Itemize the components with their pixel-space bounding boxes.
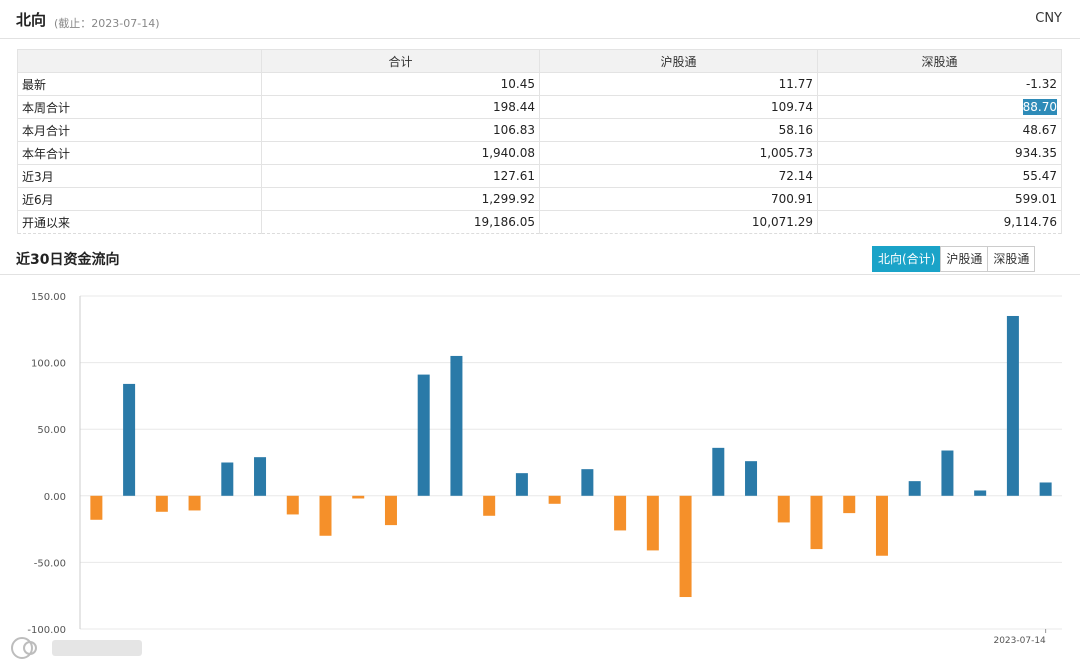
table-row: 开通以来 19,186.05 10,071.29 9,114.76 bbox=[17, 210, 1062, 234]
table-cell: 934.35 bbox=[817, 141, 1062, 165]
column-header: 深股通 bbox=[817, 49, 1062, 73]
bar bbox=[777, 495, 790, 523]
page-title: 北向 bbox=[16, 11, 47, 29]
tab-shenzhen-connect[interactable]: 深股通 bbox=[987, 246, 1036, 272]
bar bbox=[1006, 315, 1019, 496]
divider bbox=[0, 274, 1080, 275]
y-tick-label: 0.00 bbox=[44, 492, 66, 503]
table-row: 最新 10.45 11.77 -1.32 bbox=[17, 72, 1062, 96]
table-cell: 58.16 bbox=[539, 118, 818, 142]
table-cell: -1.32 bbox=[817, 72, 1062, 96]
bar bbox=[679, 495, 692, 598]
bar bbox=[1039, 482, 1052, 496]
bar bbox=[974, 490, 987, 496]
bar bbox=[875, 495, 888, 556]
bar bbox=[483, 495, 496, 516]
bar bbox=[810, 495, 823, 550]
section-title: 近30日资金流向 bbox=[16, 252, 120, 268]
column-header: 合计 bbox=[261, 49, 540, 73]
row-label: 本年合计 bbox=[17, 141, 262, 165]
table-cell: 1,940.08 bbox=[261, 141, 540, 165]
table-cell: 1,005.73 bbox=[539, 141, 818, 165]
bar bbox=[352, 495, 365, 499]
bar bbox=[188, 495, 201, 511]
bar bbox=[155, 495, 168, 512]
row-label: 近3月 bbox=[17, 164, 262, 188]
bar bbox=[941, 450, 954, 496]
column-header: 沪股通 bbox=[539, 49, 818, 73]
table-cell: 72.14 bbox=[539, 164, 818, 188]
app-logo-icon bbox=[11, 637, 142, 659]
table-header-row: 合计 沪股通 深股通 bbox=[17, 49, 1062, 73]
table-row: 本周合计 198.44 109.74 88.70 bbox=[17, 95, 1062, 119]
tab-shanghai-connect[interactable]: 沪股通 bbox=[940, 246, 989, 272]
table-row: 近3月 127.61 72.14 55.47 bbox=[17, 164, 1062, 188]
bar bbox=[450, 355, 463, 496]
bar bbox=[123, 383, 136, 496]
y-tick-label: 50.00 bbox=[37, 425, 66, 436]
bar bbox=[646, 495, 659, 551]
row-label: 本月合计 bbox=[17, 118, 262, 142]
summary-table: 合计 沪股通 深股通 最新 10.45 11.77 -1.32 本周合计 198.44 10… bbox=[17, 49, 1062, 234]
y-tick-label: 100.00 bbox=[31, 359, 66, 370]
bar bbox=[745, 461, 758, 496]
tab-north-total[interactable]: 北向(合计) bbox=[872, 246, 942, 272]
table-cell: 11.77 bbox=[539, 72, 818, 96]
bar bbox=[417, 374, 430, 496]
table-cell: 10.45 bbox=[261, 72, 540, 96]
row-label: 开通以来 bbox=[17, 210, 262, 234]
table-cell: 55.47 bbox=[817, 164, 1062, 188]
bar bbox=[843, 495, 856, 514]
bar bbox=[90, 495, 103, 520]
fund-flow-bar-chart: 150.00100.0050.000.00-50.00-100.002023-0… bbox=[27, 292, 1062, 646]
highlighted-value: 88.70 bbox=[1022, 99, 1057, 115]
currency-label: CNY bbox=[1035, 11, 1062, 26]
row-label: 最新 bbox=[17, 72, 262, 96]
table-row: 本年合计 1,940.08 1,005.73 934.35 bbox=[17, 141, 1062, 165]
bar bbox=[548, 495, 561, 504]
as-of-date: (截止：2023-07-14) bbox=[54, 17, 160, 30]
row-label: 本周合计 bbox=[17, 95, 262, 119]
bar bbox=[515, 473, 528, 496]
table-cell: 599.01 bbox=[817, 187, 1062, 211]
table-row: 本月合计 106.83 58.16 48.67 bbox=[17, 118, 1062, 142]
bar bbox=[712, 447, 725, 496]
header: 北向 (截止：2023-07-14) CNY bbox=[0, 0, 1080, 39]
bar bbox=[319, 495, 332, 536]
bar bbox=[384, 495, 397, 526]
bar bbox=[221, 462, 234, 496]
table-cell: 106.83 bbox=[261, 118, 540, 142]
table-cell: 109.74 bbox=[539, 95, 818, 119]
bar bbox=[581, 469, 594, 496]
y-tick-label: 150.00 bbox=[31, 292, 66, 303]
table-cell: 700.91 bbox=[539, 187, 818, 211]
table-cell: 127.61 bbox=[261, 164, 540, 188]
bar bbox=[254, 457, 267, 496]
table-cell: 9,114.76 bbox=[817, 210, 1062, 234]
table-cell: 48.67 bbox=[817, 118, 1062, 142]
bar bbox=[286, 495, 299, 515]
table-cell: 10,071.29 bbox=[539, 210, 818, 234]
column-header bbox=[17, 49, 262, 73]
table-cell: 19,186.05 bbox=[261, 210, 540, 234]
bar bbox=[908, 481, 921, 496]
flow-tabs: 北向(合计) 沪股通 深股通 bbox=[872, 246, 1036, 272]
bar bbox=[614, 495, 627, 531]
y-tick-label: -50.00 bbox=[34, 558, 66, 569]
row-label: 近6月 bbox=[17, 187, 262, 211]
table-row: 近6月 1,299.92 700.91 599.01 bbox=[17, 187, 1062, 211]
x-tick-label: 2023-07-14 bbox=[993, 636, 1046, 646]
table-cell-highlighted: 88.70 bbox=[817, 95, 1062, 119]
table-cell: 1,299.92 bbox=[261, 187, 540, 211]
table-cell: 198.44 bbox=[261, 95, 540, 119]
